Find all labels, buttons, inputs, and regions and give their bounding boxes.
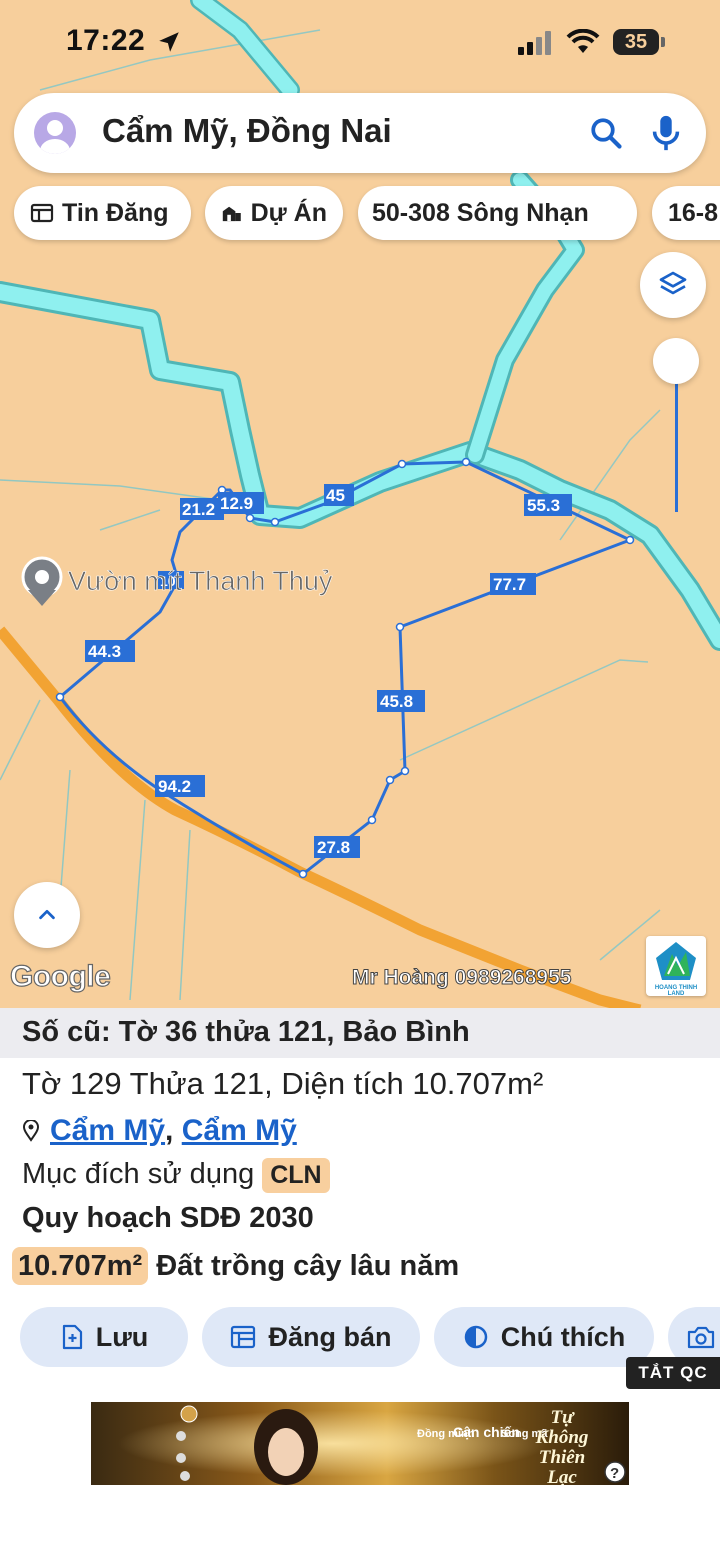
edge-label: 55.3 <box>527 496 560 515</box>
svg-text:?: ? <box>610 1465 619 1482</box>
post-for-sale-button[interactable]: Đăng bán <box>202 1307 420 1367</box>
parcel-location: Cẩm Mỹ, Cẩm Mỹ <box>22 1114 297 1148</box>
location-pin-icon <box>22 1119 40 1142</box>
chip-news[interactable]: Tin Đăng <box>14 186 191 240</box>
ad-banner[interactable]: ? Đồng minh Cận chiến Song mã Tự Không T… <box>91 1402 629 1485</box>
contrast-icon <box>464 1325 487 1349</box>
expand-panel-button[interactable] <box>14 882 80 948</box>
brand-logo: HOANG THINH LAND <box>646 936 706 997</box>
edge-label: 21.2 <box>182 500 215 519</box>
microphone-icon[interactable] <box>648 113 684 153</box>
edge-label: 77.7 <box>493 575 526 594</box>
building-icon <box>222 206 241 222</box>
edge-label: 94.2 <box>158 777 191 796</box>
google-logo: Google <box>9 959 111 993</box>
post-for-sale-label: Đăng bán <box>268 1321 392 1352</box>
chip-parcel-ref[interactable]: 50-308 Sông Nhạn <box>358 186 637 240</box>
location-link-district[interactable]: Cẩm Mỹ <box>50 1114 165 1147</box>
list-icon <box>231 1325 256 1349</box>
chip-projects[interactable]: Dự Án <box>205 186 343 240</box>
usage-row: Mục đích sử dụng CLN <box>22 1158 330 1193</box>
save-button[interactable]: Lưu <box>20 1307 188 1367</box>
layers-button[interactable] <box>640 252 706 318</box>
location-separator: , <box>165 1114 174 1147</box>
cellular-signal-icon <box>518 31 551 55</box>
chip-label: 50-308 Sông Nhạn <box>372 198 589 227</box>
chip-label: Dự Án <box>250 198 327 227</box>
planning-title: Quy hoạch SDĐ 2030 <box>22 1202 314 1234</box>
chip-label: 16-8 <box>668 198 719 227</box>
chip-label: Tin Đăng <box>62 198 169 227</box>
usage-code-badge: CLN <box>262 1158 330 1193</box>
edge-label: 27.8 <box>317 838 350 857</box>
edge-label: 45 <box>326 486 345 505</box>
edge-label: 12.9 <box>220 494 253 513</box>
usage-label: Mục đích sử dụng <box>22 1158 255 1190</box>
place-pin-icon <box>21 556 63 606</box>
save-button-label: Lưu <box>95 1321 149 1352</box>
close-ad-button[interactable]: TẮT QC <box>626 1357 720 1389</box>
status-time: 17:22 <box>66 24 146 57</box>
news-icon <box>30 203 54 223</box>
layers-icon <box>659 271 687 295</box>
search-title[interactable]: Cẩm Mỹ, Đồng Nai <box>102 112 392 150</box>
area-description: Đất trồng cây lâu năm <box>156 1250 460 1282</box>
legend-button-label: Chú thích <box>500 1321 626 1352</box>
area-badge: 10.707m² <box>12 1247 149 1285</box>
wifi-icon <box>566 29 600 53</box>
ad-title: Tự Không Thiên Lạc <box>535 1407 589 1486</box>
location-link-commune[interactable]: Cẩm Mỹ <box>182 1114 297 1147</box>
place-label[interactable]: Vườn mít Thanh Thuỷ <box>68 566 334 597</box>
avatar[interactable] <box>34 112 76 154</box>
legend-button[interactable]: Chú thích <box>434 1307 654 1367</box>
edge-label: 44.3 <box>88 642 121 661</box>
search-bar[interactable]: Cẩm Mỹ, Đồng Nai <box>14 93 706 173</box>
chevron-up-icon <box>39 909 55 920</box>
parcel-summary: Tờ 129 Thửa 121, Diện tích 10.707m² <box>22 1066 544 1101</box>
planning-area-row: 10.707m² Đất trồng cây lâu năm <box>12 1247 460 1285</box>
old-parcel-number: Số cũ: Tờ 36 thửa 121, Bảo Bình <box>0 1008 720 1058</box>
edge-label: 45.8 <box>380 692 413 711</box>
battery-indicator: 35 <box>613 29 659 55</box>
search-icon[interactable] <box>588 115 624 151</box>
chip-parcel-ref-2[interactable]: 16-8 <box>652 186 720 240</box>
camera-icon <box>687 1326 715 1349</box>
status-bar: 17:22 35 <box>0 0 720 90</box>
battery-cap <box>661 37 665 47</box>
opacity-slider-handle[interactable] <box>653 338 699 384</box>
save-icon <box>62 1324 82 1350</box>
watermark-text: Mr Hoàng 0989268955 <box>351 966 572 990</box>
location-arrow-icon <box>159 32 179 52</box>
brand-logo-caption: HOANG THINH LAND <box>654 985 698 997</box>
